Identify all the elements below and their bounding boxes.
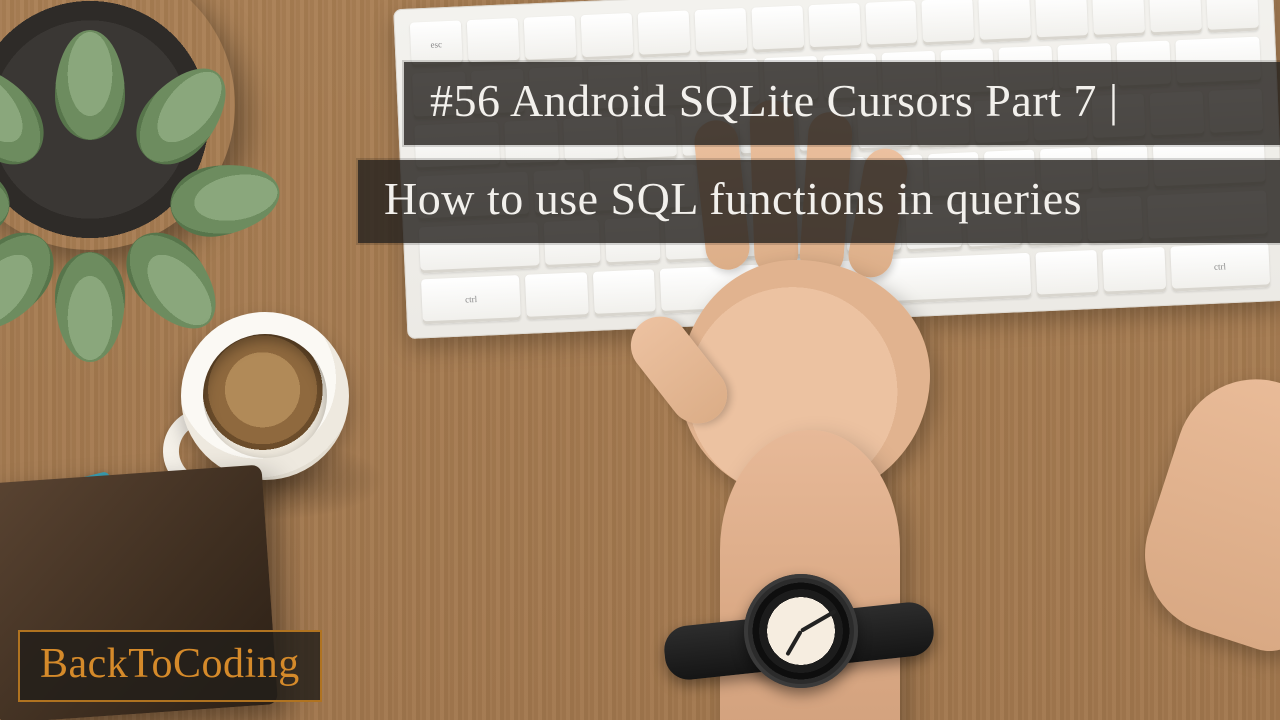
title-line-1: #56 Android SQLite Cursors Part 7 | bbox=[404, 62, 1280, 145]
succulent-plant bbox=[0, 0, 235, 250]
title-line-2: How to use SQL functions in queries bbox=[358, 160, 1280, 243]
wristwatch bbox=[724, 568, 884, 720]
brand-badge: BackToCoding bbox=[18, 630, 322, 702]
thumbnail-stage: esc ctrlctrl bbox=[0, 0, 1280, 720]
right-hand bbox=[1124, 359, 1280, 662]
